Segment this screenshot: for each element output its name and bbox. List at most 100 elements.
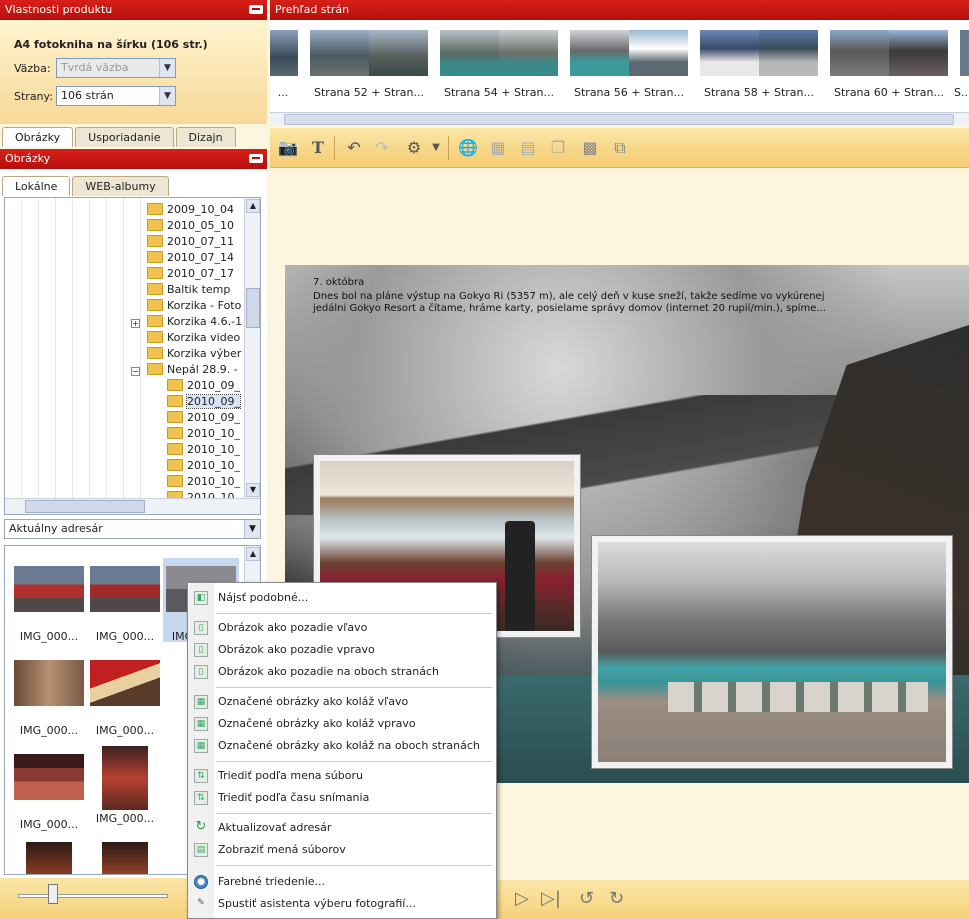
minimize-icon[interactable] <box>249 154 263 163</box>
image-thumbnail[interactable]: IMG_000... <box>87 566 163 643</box>
image-thumbnail[interactable]: IMG_000... <box>87 660 163 737</box>
image-thumbnail[interactable]: IMG_000... <box>11 566 87 643</box>
copy-icon[interactable]: ❐ <box>548 138 568 158</box>
chevron-down-icon[interactable]: ▼ <box>244 520 260 538</box>
scroll-up-icon[interactable]: ▲ <box>246 199 260 213</box>
address-value: Aktuálny adresár <box>9 522 103 535</box>
chevron-down-icon[interactable]: ▼ <box>159 87 175 105</box>
menu-item-refresh[interactable]: ↻ Aktualizovať adresár <box>188 817 496 839</box>
photo-frame-lake-village[interactable] <box>592 536 952 768</box>
tree-folder[interactable]: 2010_10_ <box>167 474 240 490</box>
rotate-left-icon[interactable]: ↺ <box>579 888 594 909</box>
rotate-right-icon[interactable]: ↻ <box>609 888 624 909</box>
binding-row: Väzba: <box>14 62 56 75</box>
tree-folder[interactable]: Nepál 28.9. - <box>147 362 238 378</box>
arrange-icon[interactable]: ⧉ <box>610 138 630 158</box>
tree-folder[interactable]: 2010_07_11 <box>147 234 234 250</box>
tree-folder[interactable]: 2010_09_ <box>167 378 240 394</box>
image-thumbnail[interactable] <box>87 842 163 874</box>
menu-item-collage-left[interactable]: ▦ Označené obrázky ako koláž vľavo <box>188 691 496 713</box>
spread-text-line[interactable]: jedálni Gokyo Resort a čítame, hráme kar… <box>313 303 826 315</box>
tree-vertical-scrollbar[interactable]: ▲ ▼ <box>244 198 260 498</box>
collapse-icon[interactable]: − <box>131 367 140 376</box>
scroll-thumb[interactable] <box>246 288 260 328</box>
folder-tree[interactable]: 2009_10_04 2010_05_10 2010_07_11 2010_07… <box>4 197 261 515</box>
tree-folder[interactable]: Korzika video <box>147 330 240 346</box>
spread-text-line[interactable]: Dnes bol na pláne výstup na Gokyo Ri (53… <box>313 291 824 303</box>
sort-name-icon: ⇅ <box>194 769 208 783</box>
globe-icon[interactable]: 🌐 <box>458 138 478 158</box>
menu-item-assistant[interactable]: ✎ Spustiť asistenta výberu fotografií... <box>188 893 496 915</box>
last-page-icon[interactable]: ▷| <box>541 888 561 909</box>
undo-icon[interactable]: ↶ <box>344 138 364 158</box>
tab-images[interactable]: Obrázky <box>2 127 74 147</box>
menu-item-bg-both[interactable]: ▯ Obrázok ako pozadie na oboch stranách <box>188 661 496 683</box>
image-thumbnail[interactable]: IMG_000... <box>11 754 87 831</box>
grid-icon[interactable]: ▩ <box>580 138 600 158</box>
address-select[interactable]: Aktuálny adresár ▼ <box>4 519 261 539</box>
menu-item-bg-left[interactable]: ▯ Obrázok ako pozadie vľavo <box>188 617 496 639</box>
photo-thumbnail <box>26 842 72 874</box>
text-icon[interactable]: T <box>308 138 328 158</box>
next-page-icon[interactable]: ▷ <box>515 888 529 909</box>
page-thumbnail[interactable] <box>960 30 969 76</box>
scroll-thumb[interactable] <box>284 114 954 125</box>
tree-folder[interactable]: 2010_07_14 <box>147 250 234 266</box>
page-icon[interactable]: ▦ <box>488 138 508 158</box>
tree-folder[interactable]: 2009_10_04 <box>147 202 234 218</box>
page-thumbnail[interactable] <box>570 30 688 76</box>
folder-icon <box>147 283 163 295</box>
camera-icon[interactable]: 📷 <box>278 138 298 158</box>
pages-horizontal-scrollbar[interactable] <box>270 112 969 126</box>
menu-item-find-similar[interactable]: ◧ Nájsť podobné... <box>188 587 496 609</box>
tab-web-albums[interactable]: WEB-albumy <box>72 176 169 196</box>
image-thumbnail[interactable] <box>11 842 87 874</box>
scroll-up-icon[interactable]: ▲ <box>246 547 260 561</box>
scroll-thumb[interactable] <box>25 500 145 513</box>
tree-folder[interactable]: 2010_09_ <box>167 410 240 426</box>
tree-folder[interactable]: Korzika - Foto <box>147 298 241 314</box>
spread-date-text[interactable]: 7. októbra <box>313 277 364 289</box>
chevron-down-icon[interactable]: ▼ <box>426 138 446 158</box>
minimize-icon[interactable] <box>249 5 263 14</box>
menu-item-collage-right[interactable]: ▦ Označené obrázky ako koláž vpravo <box>188 713 496 735</box>
tree-folder[interactable]: Korzika výber <box>147 346 241 362</box>
layout-icon[interactable]: ▤ <box>518 138 538 158</box>
page-thumbnail[interactable] <box>270 30 298 76</box>
menu-item-color-sort[interactable]: ● Farebné triedenie... <box>188 871 496 893</box>
pages-select[interactable]: 106 strán ▼ <box>56 86 176 106</box>
image-thumbnail[interactable]: IMG_000... <box>87 746 163 825</box>
tree-horizontal-scrollbar[interactable] <box>5 498 260 514</box>
tree-folder[interactable]: 2010_07_17 <box>147 266 234 282</box>
tab-design[interactable]: Dizajn <box>175 127 236 147</box>
tab-local[interactable]: Lokálne <box>2 176 71 196</box>
menu-item-show-names[interactable]: ▤ Zobraziť mená súborov <box>188 839 496 861</box>
page-thumbnail[interactable] <box>830 30 948 76</box>
collage-right-icon: ▦ <box>194 717 208 731</box>
tree-folder[interactable]: 2010_10_ <box>167 458 240 474</box>
tree-folder[interactable]: Baltik temp <box>147 282 230 298</box>
expand-icon[interactable]: + <box>131 319 140 328</box>
menu-item-sort-name[interactable]: ⇅ Triediť podľa mena súboru <box>188 765 496 787</box>
pages-strip[interactable]: ... Strana 52 + Stran... Strana 54 + Str… <box>270 20 969 112</box>
tree-folder[interactable]: 2010_05_10 <box>147 218 234 234</box>
tree-folder[interactable]: 2010_10_ <box>167 442 240 458</box>
page-thumbnail[interactable] <box>440 30 558 76</box>
size-slider-track[interactable] <box>18 894 168 898</box>
redo-icon[interactable]: ↷ <box>372 138 392 158</box>
menu-item-bg-right[interactable]: ▯ Obrázok ako pozadie vpravo <box>188 639 496 661</box>
tab-arrangement[interactable]: Usporiadanie <box>75 127 174 147</box>
effects-icon[interactable]: ⚙ <box>404 138 424 158</box>
pages-row: Strany: <box>14 90 56 103</box>
menu-item-sort-time[interactable]: ⇅ Triediť podľa času snímania <box>188 787 496 809</box>
tree-folder-selected[interactable]: 2010_09_ <box>167 394 241 410</box>
tree-folder[interactable]: 2010_10_ <box>167 426 240 442</box>
page-thumbnail[interactable] <box>310 30 428 76</box>
images-title: Obrázky <box>5 152 51 165</box>
menu-item-collage-both[interactable]: ▦ Označené obrázky ako koláž na oboch str… <box>188 735 496 757</box>
image-thumbnail[interactable]: IMG_000... <box>11 660 87 737</box>
page-thumbnail[interactable] <box>700 30 818 76</box>
size-slider-knob[interactable] <box>48 884 58 904</box>
tree-folder[interactable]: Korzika 4.6.-1 <box>147 314 242 330</box>
scroll-down-icon[interactable]: ▼ <box>246 483 260 497</box>
